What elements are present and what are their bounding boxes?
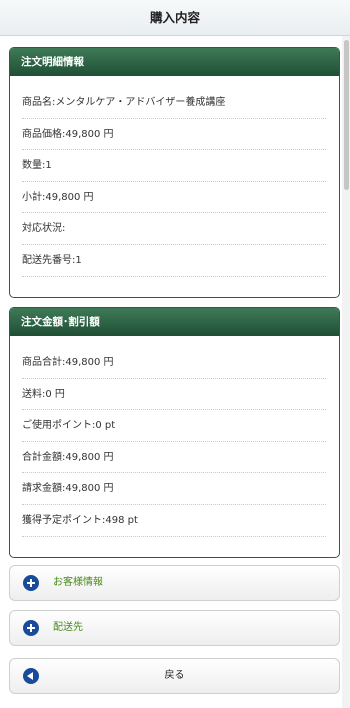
amount-row-billing: 請求金額:49,800 円 [22,473,326,505]
back-arrow-icon [23,668,39,684]
customer-info-label: お客様情報 [53,577,103,588]
delivery-button[interactable]: 配送先 [9,610,340,646]
amount-row-total: 合計金額:49,800 円 [22,442,326,474]
detail-row-product-name: 商品名:メンタルケア・アドバイザー養成講座 [22,87,326,119]
amount-row-product-total: 商品合計:49,800 円 [22,347,326,379]
back-button[interactable]: 戻る [9,658,340,694]
order-detail-title: 注文明細情報 [10,48,339,76]
plus-icon [23,575,39,591]
delivery-label: 配送先 [53,622,83,633]
scrollbar[interactable] [342,36,350,708]
amount-row-shipping: 送料:0 円 [22,379,326,411]
page-header: 購入内容 [0,0,350,36]
amount-row-points-used: ご使用ポイント:0 pt [22,410,326,442]
detail-row-price: 商品価格:49,800 円 [22,119,326,151]
amounts-panel: 注文金額･割引額 商品合計:49,800 円 送料:0 円 ご使用ポイント:0 … [9,307,340,558]
back-label: 戻る [164,670,185,681]
scrollbar-thumb[interactable] [344,40,349,190]
detail-row-quantity: 数量:1 [22,150,326,182]
plus-icon [23,620,39,636]
page-title: 購入内容 [149,10,200,25]
amount-row-points-earned: 獲得予定ポイント:498 pt [22,505,326,537]
customer-info-button[interactable]: お客様情報 [9,565,340,601]
amounts-title: 注文金額･割引額 [10,308,339,336]
detail-row-delivery-number: 配送先番号:1 [22,245,326,277]
detail-row-status: 対応状況: [22,213,326,245]
detail-row-subtotal: 小計:49,800 円 [22,182,326,214]
order-detail-panel: 注文明細情報 商品名:メンタルケア・アドバイザー養成講座 商品価格:49,800… [9,47,340,298]
